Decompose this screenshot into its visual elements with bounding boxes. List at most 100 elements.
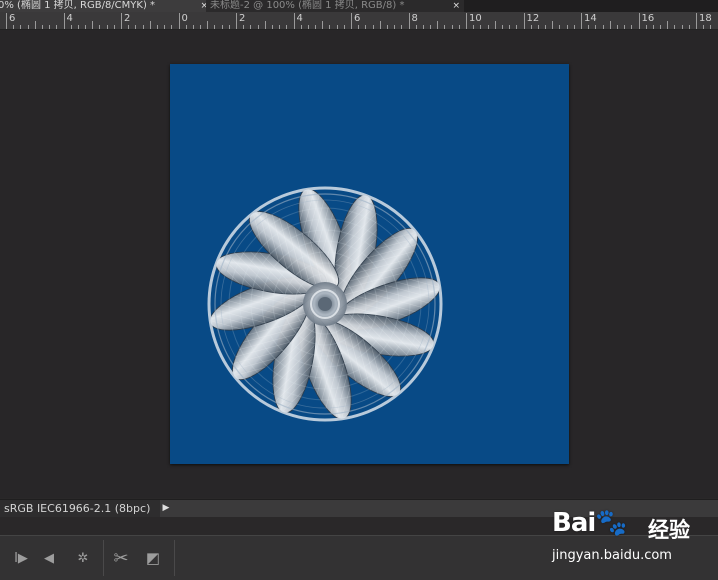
jingyan-text: 经验 [648,518,690,542]
ruler-major-tick [178,13,180,29]
ruler-minor-tick [171,25,173,29]
ruler-minor-tick [49,25,51,29]
ruler-minor-tick [92,21,94,29]
baidu-jingyan-watermark: Bai🐾 经验 jingyan.baidu.com [548,500,718,580]
ruler-minor-tick [473,25,475,29]
ruler-minor-tick [41,25,43,29]
ruler-label: 2 [124,13,131,24]
ruler-minor-tick [595,25,597,29]
ruler-minor-tick [545,25,547,29]
ruler-minor-tick [271,25,273,29]
ruler-minor-tick [336,25,338,29]
horizontal-ruler[interactable]: 6 4 2 0 2 4 6 8 10 12 14 16 18 [0,12,718,30]
ruler-minor-tick [329,25,331,29]
ruler-minor-tick [279,25,281,29]
ruler-minor-tick [99,25,101,29]
ruler-major-tick [293,13,295,29]
tab-document-2-close-icon[interactable]: × [452,0,460,12]
document-canvas[interactable] [170,64,569,464]
ruler-minor-tick [566,25,568,29]
ruler-major-tick [523,13,525,29]
ruler-minor-tick [70,25,72,29]
ruler-minor-tick [530,25,532,29]
ruler-minor-tick [688,25,690,29]
ruler-label: 12 [526,13,540,24]
ruler-minor-tick [142,25,144,29]
color-profile-readout[interactable]: sRGB IEC61966-2.1 (8bpc) [0,500,160,517]
ruler-label: 8 [411,13,418,24]
ruler-minor-tick [480,25,482,29]
ruler-minor-tick [185,25,187,29]
ruler-minor-tick [379,21,381,29]
ruler-minor-tick [243,25,245,29]
ruler-minor-tick [394,25,396,29]
ruler-minor-tick [422,25,424,29]
ruler-minor-tick [207,21,209,29]
ruler-minor-tick [322,21,324,29]
ruler-minor-tick [34,21,36,29]
ruler-major-tick [121,13,122,29]
ruler-minor-tick [559,25,561,29]
ruler-minor-tick [415,25,417,29]
ruler-minor-tick [552,21,554,29]
tab-document-1-label: 0% (椭圆 1 拷贝, RGB/8/CMYK) * [0,0,156,11]
watermark-url: jingyan.baidu.com [552,548,672,563]
ruler-minor-tick [257,25,259,29]
speaker-icon[interactable]: ◀ [36,544,62,572]
ruler-major-tick [236,13,237,29]
ruler-minor-tick [358,25,360,29]
ruler-minor-tick [645,25,647,29]
ruler-minor-tick [264,21,266,29]
play-frame-icon[interactable]: I▶ [8,544,34,572]
canvas-workspace[interactable] [0,30,718,498]
ruler-label: 14 [584,13,597,24]
scissors-icon[interactable]: ✂ [108,544,134,572]
ruler-label: 16 [641,13,655,24]
ruler-minor-tick [458,25,460,29]
ruler-minor-tick [315,25,317,29]
ruler-major-tick [466,13,467,29]
ruler-minor-tick [703,25,705,29]
ruler-minor-tick [652,25,654,29]
settings-icon[interactable]: ✲ [70,544,96,572]
ruler-minor-tick [451,25,453,29]
status-menu-arrow-icon[interactable]: ▶ [160,500,172,517]
ruler-minor-tick [135,25,137,29]
baidu-logo: Bai🐾 [552,508,628,538]
ruler-minor-tick [200,25,202,29]
ruler-minor-tick [631,25,633,29]
ruler-minor-tick [286,25,288,29]
ruler-major-tick [351,13,352,29]
ruler-minor-tick [602,25,604,29]
toolbar-divider [174,540,175,576]
ruler-major-tick [638,13,640,29]
ruler-label: 6 [9,13,16,24]
ruler-label: 4 [296,13,303,24]
ruler-major-tick [6,13,7,29]
ruler-minor-tick [228,25,230,29]
ruler-minor-tick [128,25,130,29]
transition-icon[interactable]: ◩ [140,544,166,572]
ruler-minor-tick [214,25,216,29]
ruler-label: 6 [354,13,361,24]
tab-document-2[interactable]: 未标题-2 @ 100% (椭圆 1 拷贝, RGB/8) * × [206,0,464,12]
tab-document-2-label: 未标题-2 @ 100% (椭圆 1 拷贝, RGB/8) * [210,0,405,11]
ruler-minor-tick [437,21,439,29]
ruler-minor-tick [27,25,29,29]
ruler-major-tick [63,13,65,29]
ruler-minor-tick [300,25,302,29]
ruler-minor-tick [401,25,403,29]
ruler-major-tick [408,13,410,29]
ruler-minor-tick [365,25,367,29]
ruler-minor-tick [509,25,511,29]
ruler-minor-tick [250,25,252,29]
ruler-minor-tick [487,25,489,29]
ruler-minor-tick [85,25,87,29]
tab-document-1[interactable]: 0% (椭圆 1 拷贝, RGB/8/CMYK) * × [0,0,212,12]
ruler-minor-tick [660,25,662,29]
ruler-minor-tick [164,25,166,29]
ruler-minor-tick [609,21,611,29]
ruler-minor-tick [156,25,158,29]
ruler-minor-tick [624,25,626,29]
ruler-major-tick [581,13,582,29]
